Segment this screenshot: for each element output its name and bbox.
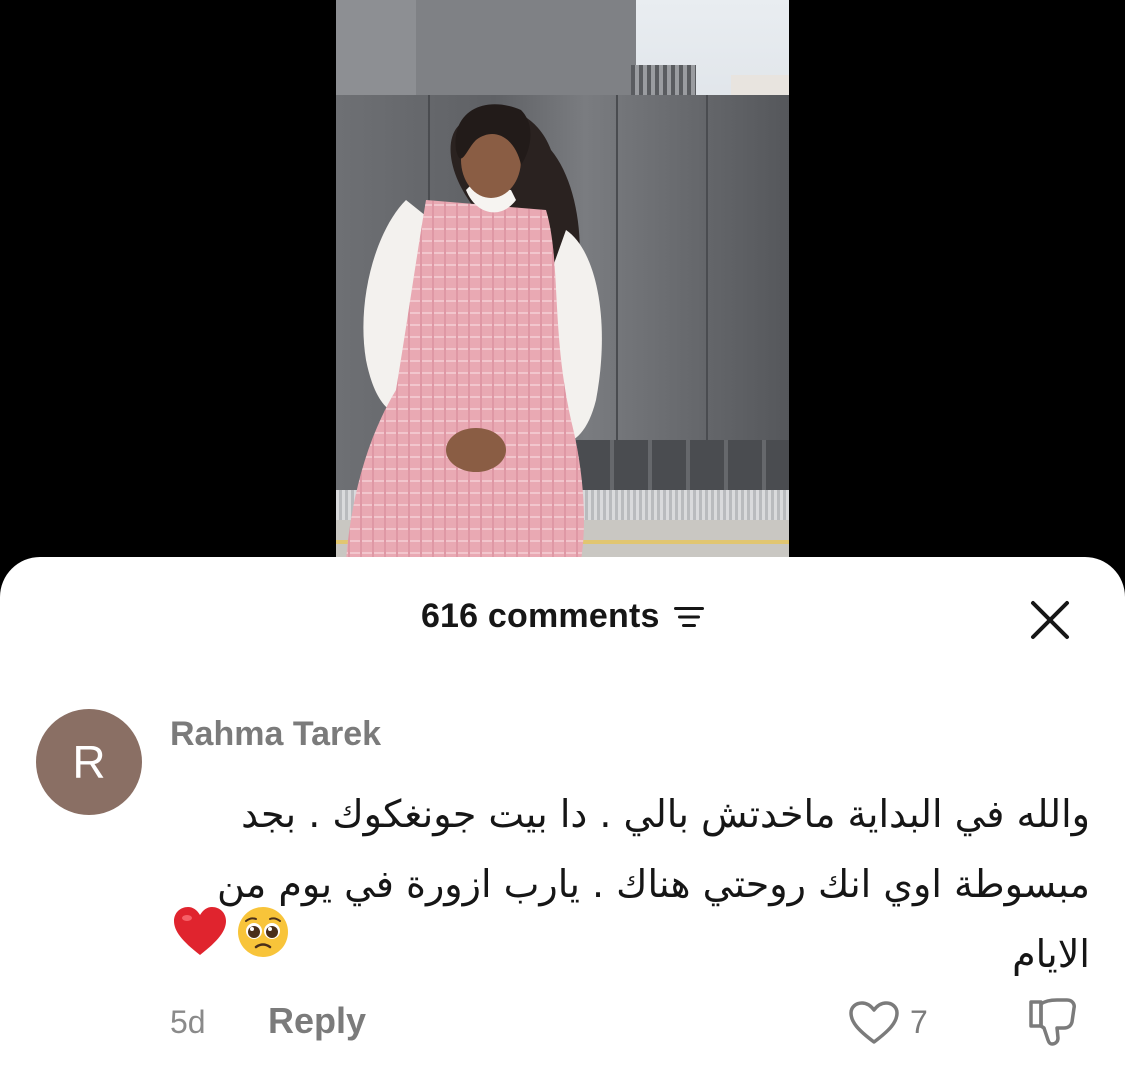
comments-sheet: 616 comments R Rahma Tarek والله في البد…	[0, 557, 1125, 1065]
pleading-face-icon	[238, 907, 288, 957]
reply-button[interactable]: Reply	[268, 1000, 366, 1042]
avatar[interactable]: R	[36, 709, 142, 815]
comment-username[interactable]: Rahma Tarek	[170, 715, 381, 754]
woman-figure	[346, 104, 602, 560]
comment-actions: 5d Reply 7	[170, 998, 1100, 1048]
comments-count-title: 616 comments	[420, 597, 660, 635]
comment-time: 5d	[170, 1004, 206, 1040]
comment-text: والله في البداية ماخدتش بالي . دا بيت جو…	[216, 792, 1090, 976]
heart-icon	[174, 907, 226, 955]
comments-header: 616 comments	[0, 597, 1125, 645]
heart-outline-icon[interactable]	[848, 1000, 900, 1046]
thumbs-down-icon[interactable]	[1025, 994, 1081, 1050]
screen: 616 comments R Rahma Tarek والله في البد…	[0, 0, 1125, 1065]
close-icon[interactable]	[1027, 597, 1073, 643]
video-player[interactable]	[336, 0, 789, 560]
sort-icon[interactable]	[674, 604, 705, 630]
like-count: 7	[910, 1004, 928, 1040]
